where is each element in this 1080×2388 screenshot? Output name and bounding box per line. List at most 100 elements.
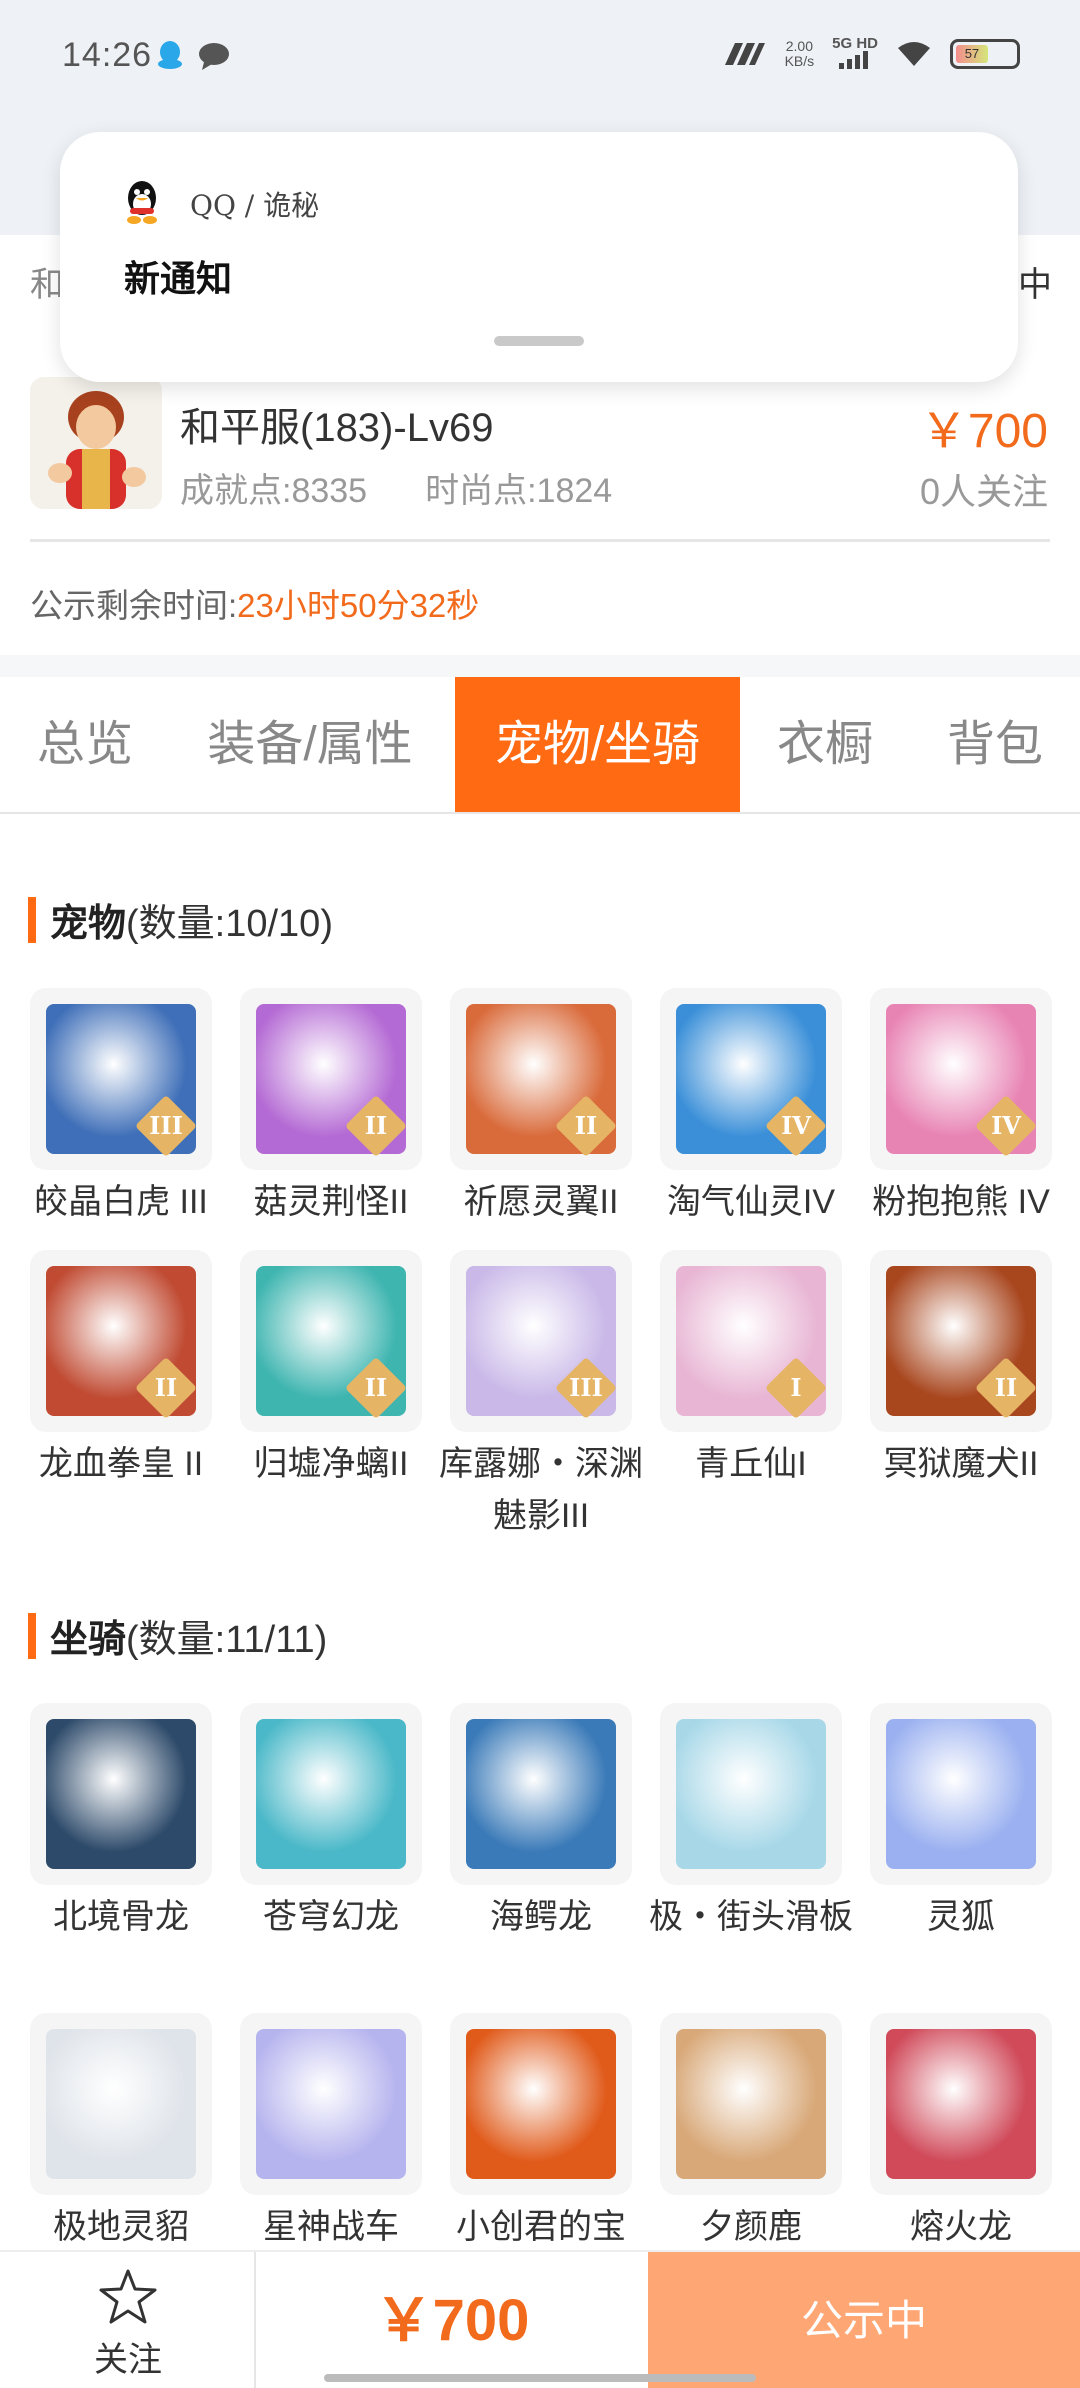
item-label: 北境骨龙	[53, 1898, 189, 1936]
tier-label: IV	[991, 1111, 1021, 1140]
publicity-countdown: 公示剩余时间:23小时50分32秒	[30, 579, 479, 627]
star-icon	[99, 2269, 157, 2324]
item-label: 星神战车	[263, 2208, 399, 2246]
tab-wardrobe[interactable]: 衣橱	[750, 677, 900, 812]
item-label: 粉抱抱熊 IV	[872, 1183, 1050, 1221]
item-label: 夕颜鹿	[700, 2208, 802, 2246]
mount-item[interactable]: 海鳄龙	[450, 1703, 632, 1943]
pet-item[interactable]: II 冥狱魔犬II	[870, 1250, 1052, 1490]
follow-button[interactable]: 关注	[0, 2252, 256, 2388]
item-image	[46, 1719, 196, 1869]
item-label: 青丘仙I	[695, 1445, 807, 1483]
qq-penguin-icon	[127, 181, 157, 224]
network-speed: 2.00 KB/s	[785, 39, 815, 69]
item-thumbnail	[450, 2013, 632, 2195]
item-thumbnail	[450, 1703, 632, 1885]
item-label: 菇灵荆怪II	[253, 1183, 409, 1221]
item-image	[886, 2029, 1036, 2179]
status-right-group: 2.00 KB/s 5G HD 57	[723, 36, 1020, 72]
achievement-points: 成就点:8335	[180, 472, 368, 510]
tab-overview[interactable]: 总览	[0, 677, 170, 812]
item-label: 苍穹幻龙	[263, 1898, 399, 1936]
pets-section-title: 宠物 (数量:10/10)	[28, 892, 333, 947]
pet-item[interactable]: II 归墟净螭II	[240, 1250, 422, 1490]
battery-icon: 57	[950, 39, 1020, 69]
item-thumbnail: IV	[870, 988, 1052, 1170]
item-thumbnail: III	[30, 988, 212, 1170]
item-image	[46, 2029, 196, 2179]
item-thumbnail: II	[450, 988, 632, 1170]
tab-equipment[interactable]: 装备/属性	[180, 677, 440, 812]
pet-item[interactable]: II 菇灵荆怪II	[240, 988, 422, 1228]
item-thumbnail: II	[240, 1250, 422, 1432]
item-image	[676, 2029, 826, 2179]
item-label: 灵狐	[927, 1898, 995, 1936]
pet-item[interactable]: II 龙血拳皇 II	[30, 1250, 212, 1490]
section-marker	[28, 1612, 36, 1659]
fashion-points: 时尚点:1824	[425, 472, 613, 510]
mount-item[interactable]: 灵狐	[870, 1703, 1052, 1943]
item-label: 归墟净螭II	[253, 1445, 409, 1483]
character-avatar	[30, 377, 162, 509]
pet-item[interactable]: I 青丘仙I	[660, 1250, 842, 1490]
countdown-label: 公示剩余时间:	[30, 587, 238, 624]
mount-item[interactable]: 星神战车	[240, 2013, 422, 2253]
tier-label: II	[574, 1111, 598, 1140]
status-bar: 14:26 2.00 KB/s 5G HD 57	[0, 0, 1080, 120]
wifi-icon	[898, 42, 930, 66]
item-label: 淘气仙灵IV	[666, 1183, 836, 1221]
pet-item[interactable]: IV 粉抱抱熊 IV	[870, 988, 1052, 1228]
speed-value: 2.00	[785, 38, 813, 54]
tab-backpack[interactable]: 背包	[910, 677, 1080, 812]
home-indicator[interactable]	[324, 2374, 756, 2382]
item-thumbnail: II	[30, 1250, 212, 1432]
bottom-price: ￥700	[374, 2288, 530, 2353]
tier-label: III	[149, 1111, 183, 1140]
character-image	[30, 377, 162, 509]
mount-item[interactable]: 极地灵貂	[30, 2013, 212, 2253]
status-time: 14:26	[62, 36, 153, 74]
pet-item[interactable]: II 祈愿灵翼II	[450, 988, 632, 1228]
item-thumbnail: II	[870, 1250, 1052, 1432]
countdown-value: 23小时50分32秒	[237, 587, 480, 624]
mounts-count: (数量:11/11)	[126, 1619, 328, 1661]
item-image	[466, 2029, 616, 2179]
tier-label: II	[364, 1373, 388, 1402]
mount-item[interactable]: 苍穹幻龙	[240, 1703, 422, 1943]
tier-label: II	[994, 1373, 1018, 1402]
item-thumbnail: I	[660, 1250, 842, 1432]
item-thumbnail	[30, 2013, 212, 2195]
sub-header-left-text: 和	[30, 266, 64, 304]
tier-label: II	[364, 1111, 388, 1140]
notification-popup[interactable]: QQ / 诡秘 新通知	[60, 132, 1018, 382]
notification-title: 新通知	[124, 258, 233, 300]
tab-pets-mounts[interactable]: 宠物/坐骑	[455, 677, 740, 812]
bottom-action-bar: 关注 ￥700 公示中	[0, 2250, 1080, 2388]
network-label: 5G HD	[832, 35, 878, 52]
pet-item[interactable]: IV 淘气仙灵IV	[660, 988, 842, 1228]
tab-bar: 总览 装备/属性 宠物/坐骑 衣橱 背包	[0, 677, 1080, 814]
item-image	[886, 1719, 1036, 1869]
item-thumbnail	[660, 1703, 842, 1885]
mounts-section-title: 坐骑 (数量:11/11)	[28, 1608, 327, 1663]
publicity-status-button[interactable]: 公示中	[648, 2252, 1080, 2388]
section-gap	[0, 655, 1080, 677]
mount-item[interactable]: 夕颜鹿	[660, 2013, 842, 2253]
pet-item[interactable]: III 库露娜・深渊魅影III	[439, 1250, 643, 1542]
item-image	[256, 2029, 406, 2179]
item-label: 海鳄龙	[490, 1898, 592, 1936]
tier-label: III	[569, 1373, 603, 1402]
mount-item[interactable]: 北境骨龙	[30, 1703, 212, 1943]
mount-item[interactable]: 熔火龙	[870, 2013, 1052, 2253]
notification-drag-handle[interactable]	[494, 336, 584, 346]
battery-level: 57	[956, 45, 988, 63]
notification-app-name: QQ / 诡秘	[190, 189, 320, 222]
tier-label: II	[154, 1373, 178, 1402]
pet-item[interactable]: III 皎晶白虎 III	[30, 988, 212, 1228]
mount-item[interactable]: 极・街头滑板	[649, 1703, 853, 1943]
item-label: 龙血拳皇 II	[38, 1445, 204, 1483]
mounts-title: 坐骑	[50, 1619, 127, 1661]
mount-item[interactable]: 小创君的宝	[450, 2013, 632, 2253]
item-thumbnail	[30, 1703, 212, 1885]
item-label: 皎晶白虎 III	[34, 1183, 208, 1221]
